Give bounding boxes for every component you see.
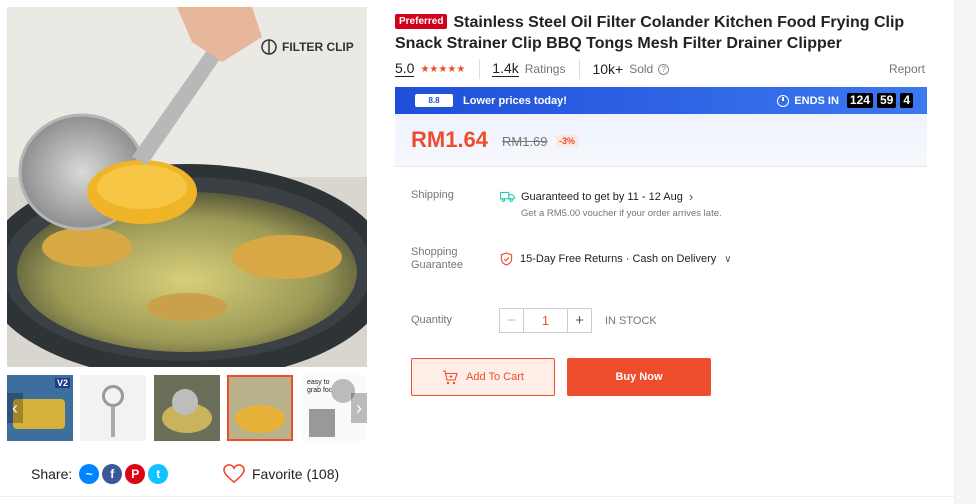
info-icon[interactable]: ? — [658, 63, 670, 75]
twitter-icon[interactable]: t — [148, 464, 169, 484]
watermark-text: FILTER CLIP — [282, 40, 354, 54]
guarantee-dropdown[interactable]: 15-Day Free Returns · Cash on Delivery ∨ — [500, 252, 732, 266]
thumbnail-4-selected[interactable] — [227, 375, 293, 441]
clock-icon — [777, 94, 790, 107]
timer-minutes: 59 — [876, 93, 897, 108]
quantity-input[interactable]: 1 — [524, 308, 567, 333]
pinterest-icon[interactable]: P — [125, 464, 146, 484]
chevron-down-icon: ∨ — [724, 253, 732, 265]
product-page: FILTER CLIP V2 easy to grab food ‹ › Sha… — [0, 0, 976, 504]
section-divider — [0, 496, 954, 497]
thumbnail-strip: V2 easy to grab food ‹ › — [7, 375, 367, 441]
countdown: ENDS IN 124 59 4 — [777, 93, 913, 108]
quantity-increase-button[interactable]: + — [567, 308, 592, 333]
price-box: RM1.64 RM1.69 -3% — [395, 114, 927, 167]
discount-badge: -3% — [556, 135, 579, 147]
report-link[interactable]: Report — [889, 62, 925, 76]
product-stats: 5.0 ★★★★★ 1.4k Ratings 10k+ Sold ? Repor… — [395, 59, 925, 79]
ratings-count[interactable]: 1.4k — [492, 61, 519, 77]
timer-seconds: 4 — [900, 93, 913, 108]
add-to-cart-label: Add To Cart — [466, 371, 524, 383]
quantity-decrease-button[interactable]: − — [499, 308, 524, 333]
messenger-icon[interactable]: ~ — [79, 464, 100, 484]
add-to-cart-button[interactable]: Add To Cart — [411, 358, 555, 396]
shipping-voucher-note: Get a RM5.00 voucher if your order arriv… — [521, 208, 722, 219]
shipping-label: Shipping — [411, 189, 454, 201]
shield-check-icon — [500, 252, 513, 266]
thumbnail-v2-label: V2 — [54, 378, 70, 388]
stock-status: IN STOCK — [605, 314, 657, 327]
favorite-button[interactable]: Favorite (108) — [223, 464, 339, 484]
stats-divider — [479, 59, 481, 79]
product-title-text: Stainless Steel Oil Filter Colander Kitc… — [395, 14, 905, 52]
facebook-icon[interactable]: f — [102, 464, 123, 484]
rating-value[interactable]: 5.0 — [395, 61, 415, 77]
flash-sale-bar: 8.8 Lower prices today! ENDS IN 124 59 4 — [395, 87, 927, 114]
flash-sale-logo: 8.8 — [415, 94, 453, 107]
guarantee-text: 15-Day Free Returns · Cash on Delivery — [520, 253, 717, 265]
thumbnail-2[interactable] — [80, 375, 146, 441]
main-product-image[interactable]: FILTER CLIP — [7, 7, 367, 367]
thumbnail-3[interactable] — [154, 375, 220, 441]
frying-pan-illustration: FILTER CLIP — [7, 7, 367, 367]
buy-now-button[interactable]: Buy Now — [567, 358, 711, 396]
chevron-right-icon: › — [688, 189, 694, 204]
preferred-badge: Preferred — [395, 14, 448, 29]
timer-hours: 124 — [846, 93, 873, 108]
sold-label: Sold — [629, 62, 654, 76]
sold-count: 10k+ — [592, 61, 624, 77]
share-label: Share: — [31, 466, 73, 482]
stats-divider — [579, 59, 581, 79]
heart-icon — [223, 464, 245, 484]
share-row: Share: ~ f P t — [31, 464, 169, 484]
thumbnail-next-arrow[interactable]: › — [351, 393, 367, 423]
cart-icon — [443, 369, 458, 384]
ends-in-label: ENDS IN — [794, 94, 839, 107]
product-title: Preferred Stainless Steel Oil Filter Cola… — [395, 12, 935, 54]
guarantee-label-line1: Shopping — [411, 246, 458, 258]
shipping-text: Guaranteed to get by 11 - 12 Aug — [521, 190, 683, 203]
guarantee-label-line2: Guarantee — [411, 259, 463, 271]
original-price: RM1.69 — [502, 134, 548, 149]
current-price: RM1.64 — [411, 127, 489, 152]
quantity-label: Quantity — [411, 314, 452, 326]
rating-stars-icon: ★★★★★ — [420, 63, 466, 75]
shipping-guarantee-link[interactable]: Guaranteed to get by 11 - 12 Aug › — [500, 189, 693, 204]
quantity-stepper: − 1 + IN STOCK — [499, 308, 657, 333]
favorite-label: Favorite (108) — [252, 466, 340, 482]
ratings-label: Ratings — [524, 62, 566, 76]
page-side-gutter — [954, 0, 976, 504]
thumbnail-prev-arrow[interactable]: ‹ — [7, 393, 23, 423]
guarantee-label: Shopping Guarantee — [411, 246, 463, 272]
truck-icon — [500, 191, 515, 202]
flash-sale-text: Lower prices today! — [463, 94, 567, 107]
